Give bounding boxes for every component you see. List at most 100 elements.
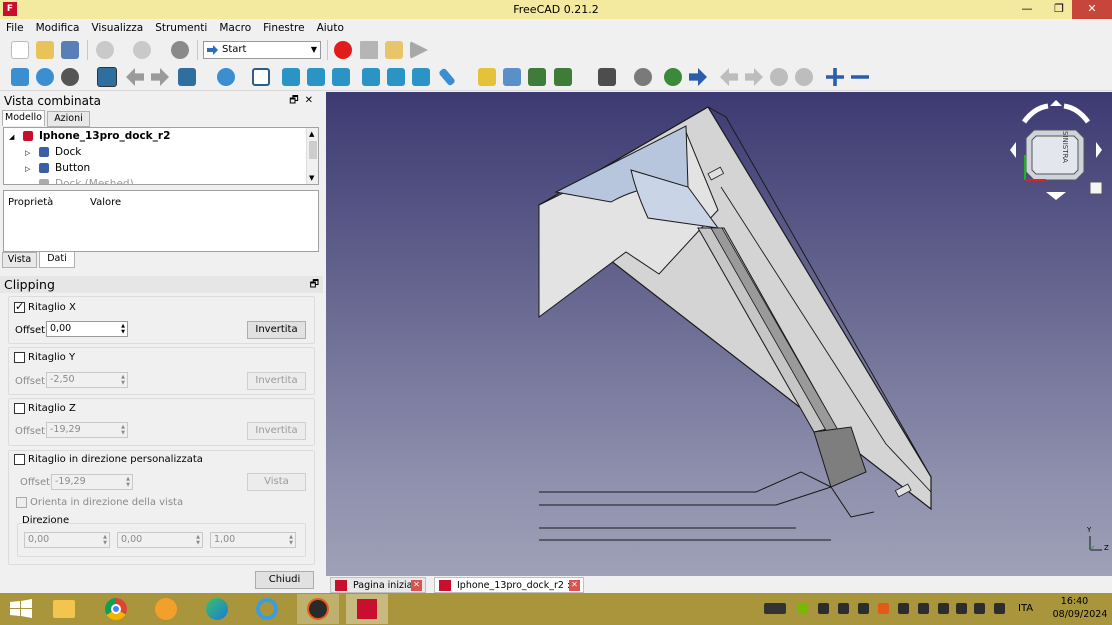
clip-x-invert-button[interactable]: Invertita	[247, 321, 306, 339]
tray-icon[interactable]	[898, 603, 909, 614]
maximize-button[interactable]: ❐	[1044, 0, 1074, 19]
3d-viewport[interactable]: SINISTRA Y Z	[326, 92, 1112, 576]
chrome-icon[interactable]	[95, 594, 137, 624]
menu-macro[interactable]: Macro	[213, 19, 257, 37]
tree-scrollbar[interactable]: ▲ ▼	[306, 128, 318, 184]
web-back-icon[interactable]	[720, 68, 738, 86]
bounding-box-icon[interactable]	[97, 67, 117, 87]
clip-y-checkbox[interactable]	[14, 352, 25, 363]
tree-item-dock[interactable]: ▷ Dock	[4, 144, 304, 160]
orient-view-checkbox[interactable]	[16, 497, 27, 508]
bluetooth-icon[interactable]	[838, 603, 849, 614]
save-icon[interactable]	[61, 41, 79, 59]
tray-icon[interactable]	[818, 603, 829, 614]
stop-navigation-icon[interactable]	[634, 68, 652, 86]
redo-icon[interactable]	[133, 41, 151, 59]
clip-y-invert-button[interactable]: Invertita	[247, 372, 306, 390]
menu-file[interactable]: File	[0, 19, 30, 37]
wifi-icon[interactable]	[974, 603, 985, 614]
measure-icon[interactable]	[438, 67, 456, 87]
input-language[interactable]: ITA	[1018, 603, 1033, 614]
spin-arrows-icon[interactable]: ▲ ▼	[126, 476, 130, 488]
web-next-icon[interactable]	[689, 68, 707, 86]
direction-x-input[interactable]: 0,00 ▲ ▼	[24, 532, 110, 548]
direction-y-input[interactable]: 0,00 ▲ ▼	[117, 532, 203, 548]
clip-x-checkbox[interactable]	[14, 300, 25, 313]
close-tab-icon[interactable]: ✕	[411, 580, 422, 591]
clip-x-offset-input[interactable]: 0,00 ▲ ▼	[46, 321, 128, 337]
right-view-icon[interactable]	[332, 68, 350, 86]
front-view-icon[interactable]	[282, 68, 300, 86]
spin-arrows-icon[interactable]: ▲ ▼	[289, 534, 293, 546]
spin-arrows-icon[interactable]: ▲ ▼	[121, 424, 125, 436]
nvidia-icon[interactable]	[797, 603, 808, 614]
zoom-in-icon[interactable]	[826, 68, 844, 86]
spin-arrows-icon[interactable]: ▲ ▼	[121, 374, 125, 386]
close-tab-icon[interactable]: ✕	[569, 580, 580, 591]
internet-explorer-icon[interactable]	[246, 594, 288, 624]
expand-icon[interactable]: ▷	[25, 161, 30, 177]
flag-icon[interactable]	[918, 603, 929, 614]
clip-custom-view-button[interactable]: Vista	[247, 473, 306, 491]
whats-this-icon[interactable]	[598, 68, 616, 86]
volume-icon[interactable]	[994, 603, 1005, 614]
undo-icon[interactable]	[96, 41, 114, 59]
bottom-view-icon[interactable]	[387, 68, 405, 86]
back-arrow-icon[interactable]	[126, 68, 144, 86]
tab-dati[interactable]: Dati	[39, 252, 75, 268]
open-folder-icon[interactable]	[36, 41, 54, 59]
close-window-button[interactable]: ✕	[1072, 0, 1112, 19]
start-button[interactable]	[0, 594, 42, 624]
spin-arrows-icon[interactable]: ▲ ▼	[121, 323, 125, 335]
rear-view-icon[interactable]	[362, 68, 380, 86]
minimize-button[interactable]: —	[1012, 0, 1042, 19]
web-refresh-icon[interactable]	[770, 68, 788, 86]
zoom-out-icon[interactable]	[851, 75, 869, 79]
web-stop-icon[interactable]	[795, 68, 813, 86]
macro-record-icon[interactable]	[334, 41, 352, 59]
tray-icon[interactable]	[956, 603, 967, 614]
workbench-selector[interactable]: Start ▼	[203, 41, 321, 59]
isometric-view-icon[interactable]	[252, 68, 270, 86]
tab-modello[interactable]: Modello	[2, 110, 45, 126]
browser-icon[interactable]	[145, 594, 187, 624]
clip-z-checkbox[interactable]	[14, 403, 25, 414]
macro-stop-icon[interactable]	[360, 41, 378, 59]
tray-icon[interactable]	[858, 603, 869, 614]
draw-style-icon[interactable]	[61, 68, 79, 86]
tab-document[interactable]: Iphone_13pro_dock_r2 : 1* ✕	[434, 577, 584, 606]
top-view-icon[interactable]	[307, 68, 325, 86]
clip-custom-checkbox[interactable]	[14, 454, 25, 465]
clock-date[interactable]: 08/09/2024	[1050, 609, 1110, 620]
file-explorer-icon[interactable]	[43, 594, 85, 624]
tab-vista[interactable]: Vista	[2, 252, 37, 268]
clip-z-offset-input[interactable]: -19,29 ▲ ▼	[46, 422, 128, 438]
undock-icon[interactable]: 🗗	[310, 277, 319, 294]
macro-play-icon[interactable]	[410, 41, 428, 59]
fit-selection-icon[interactable]	[36, 68, 54, 86]
tab-azioni[interactable]: Azioni	[47, 111, 90, 127]
scroll-down-icon[interactable]: ▼	[309, 174, 314, 182]
web-forward-icon[interactable]	[745, 68, 763, 86]
zoom-icon[interactable]	[217, 68, 235, 86]
tree-item-button[interactable]: ▷ Button	[4, 160, 304, 176]
create-link-icon[interactable]	[528, 68, 546, 86]
menu-aiuto[interactable]: Aiuto	[311, 19, 350, 37]
navigation-cube[interactable]: SINISTRA	[1006, 100, 1106, 200]
app-icon[interactable]	[297, 594, 339, 624]
tab-start-page[interactable]: Pagina iniziale ✕	[330, 577, 426, 593]
tree-item-mesh[interactable]: Dock (Meshed)	[4, 176, 304, 184]
web-home-icon[interactable]	[664, 68, 682, 86]
create-part-icon[interactable]	[478, 68, 496, 86]
clock-time[interactable]: 16:40	[1052, 596, 1097, 607]
scroll-thumb[interactable]	[309, 141, 317, 159]
clip-custom-offset-input[interactable]: -19,29 ▲ ▼	[51, 474, 133, 490]
menu-strumenti[interactable]: Strumenti	[149, 19, 213, 37]
clip-z-invert-button[interactable]: Invertita	[247, 422, 306, 440]
fit-all-icon[interactable]	[11, 68, 29, 86]
expand-icon[interactable]: ▷	[25, 145, 30, 161]
tree-item-document[interactable]: ◢ Iphone_13pro_dock_r2	[4, 128, 304, 144]
std-views-icon[interactable]	[178, 68, 196, 86]
spin-arrows-icon[interactable]: ▲ ▼	[103, 534, 107, 546]
menu-modifica[interactable]: Modifica	[30, 19, 86, 37]
